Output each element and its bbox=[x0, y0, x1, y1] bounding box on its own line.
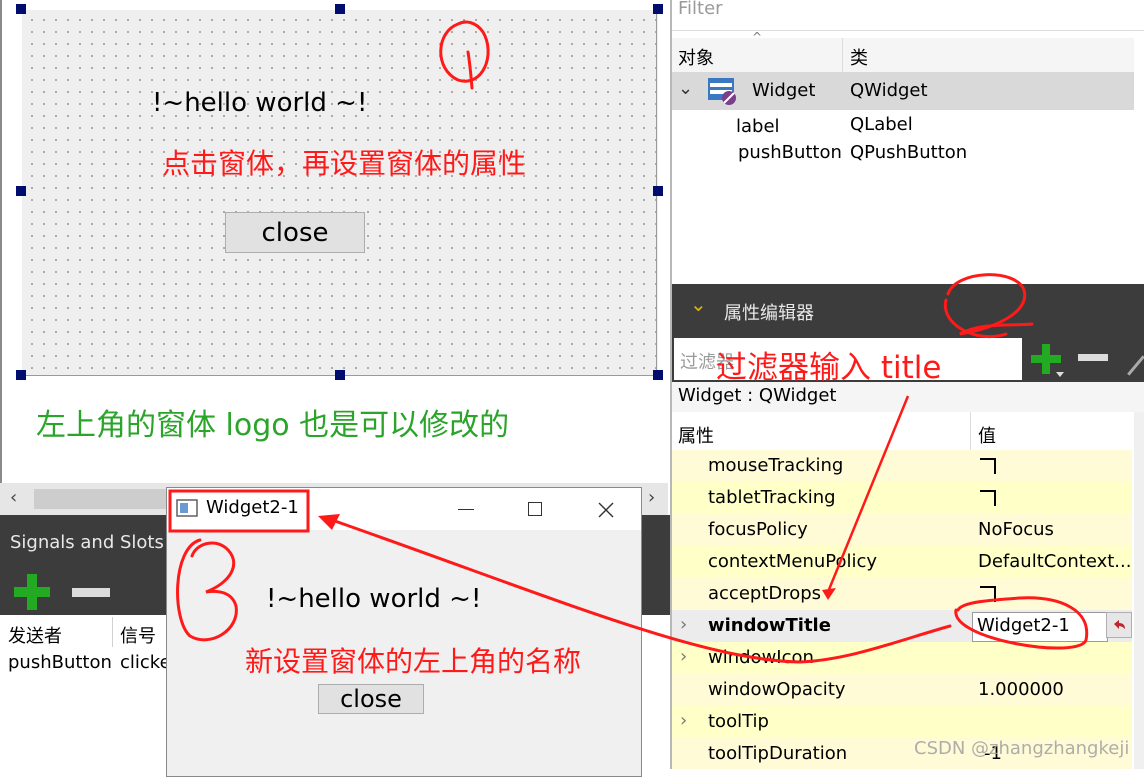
annotation-strokes bbox=[168, 395, 1089, 664]
watermark: CSDN @zhangzhangkeji bbox=[914, 738, 1130, 759]
